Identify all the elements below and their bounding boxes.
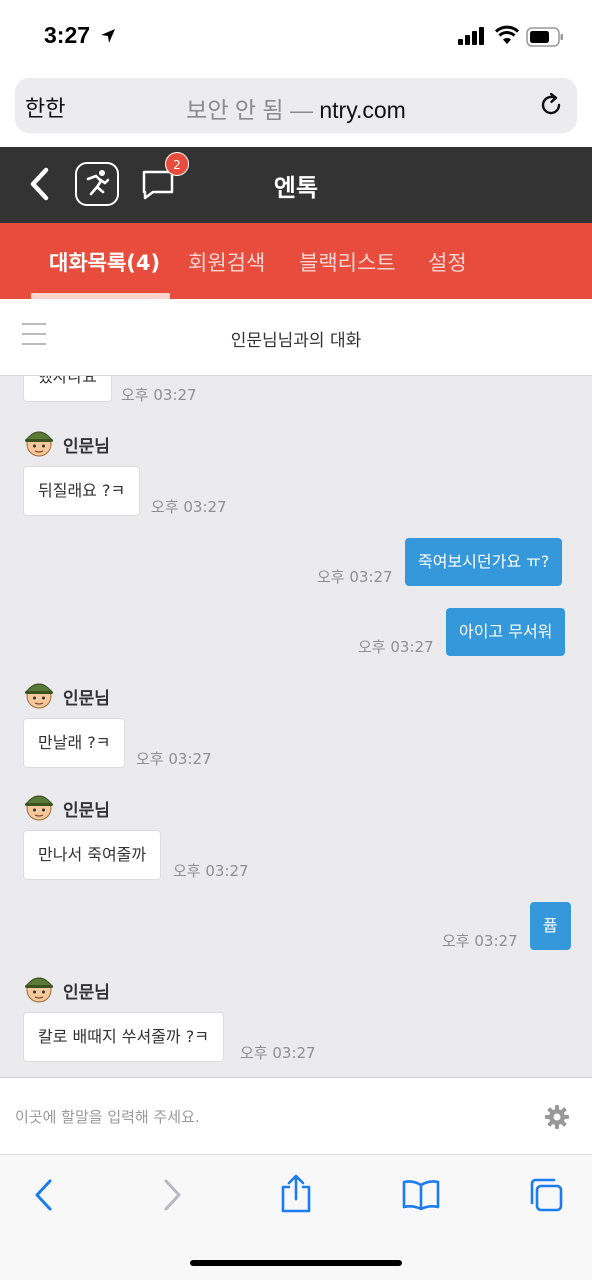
status-time: 3:27 [44,22,91,48]
message-bubble: 했자나요 [23,376,112,402]
message-bubble: 뒤질래요 ?ㅋ [23,466,141,516]
message-bubble-outgoing: 퓹 [530,902,571,950]
battery-icon [526,27,563,47]
cellular-signal-icon [458,27,484,45]
message-time: 오후 03:27 [317,568,393,586]
tab-blacklist[interactable]: 블랙리스트 [299,247,396,277]
bookmarks-icon[interactable] [402,1179,440,1211]
tab-member-search[interactable]: 회원검색 [188,247,265,277]
message-time: 오후 03:27 [121,386,197,404]
sender-name: 인문님 [63,801,110,821]
message-bubble: 만나서 죽여줄까 [23,830,162,880]
status-bar: 3:27 [0,0,592,76]
message-input[interactable]: 이곳에 할말을 입력해 주세요. [15,1106,200,1127]
home-indicator [190,1260,402,1266]
security-warning: 보안 안 됨 — [186,97,320,123]
conversation-title: 인문님님과의 대화 [230,331,362,351]
wifi-icon [494,25,520,44]
url-bar[interactable]: 한한 보안 안 됨 — ntry.com [15,78,577,133]
message-time: 오후 03:27 [136,750,212,768]
soldier-avatar-icon [24,977,54,1003]
sender-name: 인문님 [63,437,110,457]
gear-icon[interactable] [544,1104,570,1130]
message-time: 오후 03:27 [151,498,227,516]
message-input-bar: 이곳에 할말을 입력해 주세요. [0,1077,592,1154]
tabs-icon[interactable] [528,1177,564,1213]
back-icon[interactable] [32,1177,56,1213]
message-list[interactable]: 했자나요 오후 03:27 인문님 뒤질래요 ?ㅋ 오후 03:27 오후 03… [0,376,592,1077]
soldier-avatar-icon [24,431,54,457]
app-title: 엔톡 [273,174,319,202]
sender-name: 인문님 [63,689,110,709]
tab-settings[interactable]: 설정 [428,247,467,277]
sender-name: 인문님 [63,983,110,1003]
message-time: 오후 03:27 [442,932,518,950]
soldier-avatar-icon [24,683,54,709]
location-arrow-icon [101,29,115,43]
reload-icon[interactable] [537,91,565,119]
tab-bar: 대화목록(4) 회원검색 블랙리스트 설정 [0,223,592,299]
message-bubble-outgoing: 아이고 무서워 [446,608,566,656]
message-time: 오후 03:27 [358,638,434,656]
domain: ntry.com [319,97,406,123]
forward-icon[interactable] [160,1177,184,1213]
message-bubble-outgoing: 죽여보시던가요 ㅠ? [405,538,563,586]
soldier-avatar-icon [24,795,54,821]
message-bubble: 만날래 ?ㅋ [23,718,126,768]
message-time: 오후 03:27 [240,1044,316,1062]
address-text[interactable]: 보안 안 됨 — ntry.com [15,91,577,125]
share-icon[interactable] [280,1173,312,1213]
tab-conversations[interactable]: 대화목록(4) [49,247,160,277]
message-bubble: 칼로 배때지 쑤셔줄까 ?ㅋ [23,1012,224,1062]
conversation-header: 인문님님과의 대화 [0,299,592,376]
message-time: 오후 03:27 [173,862,249,880]
